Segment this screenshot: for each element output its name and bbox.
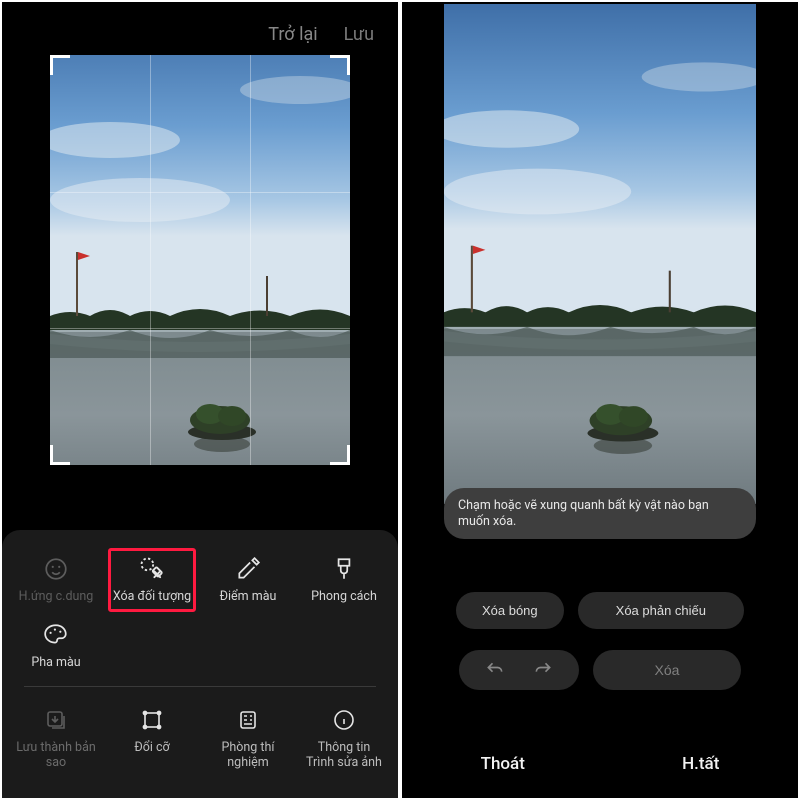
tool-label: Pha màu (31, 656, 80, 670)
undo-redo-row: Xóa (402, 650, 798, 690)
tool-erase-object[interactable]: Xóa đối tượng (104, 548, 200, 614)
divider (24, 686, 376, 687)
photo-canvas[interactable] (50, 55, 350, 465)
tool-label: Đổi cỡ (134, 741, 169, 755)
info-icon (329, 705, 359, 735)
crop-handle-bl[interactable] (50, 445, 70, 465)
crop-handle-br[interactable] (330, 445, 350, 465)
eyedropper-icon (233, 554, 263, 584)
exit-button[interactable]: Thoát (441, 754, 565, 774)
done-button[interactable]: H.tất (642, 754, 759, 774)
labs-icon (233, 705, 263, 735)
tool-color-point[interactable]: Điểm màu (200, 548, 296, 614)
tool-label: Phòng thí nghiệm (207, 741, 289, 770)
tool-info[interactable]: Thông tin Trình sửa ảnh (296, 699, 392, 780)
tutorial-highlight (108, 548, 196, 612)
photo-image (50, 55, 350, 465)
tool-labs[interactable]: Phòng thí nghiệm (200, 699, 296, 780)
crop-handle-tr[interactable] (330, 55, 350, 75)
delete-button[interactable]: Xóa (593, 650, 742, 690)
erase-options: Xóa bóng Xóa phản chiếu (402, 592, 798, 629)
photo-canvas[interactable] (444, 4, 756, 504)
back-button[interactable]: Trở lại (268, 24, 317, 45)
screen-erase-object: Chạm hoặc vẽ xung quanh bất kỳ vật nào b… (402, 2, 798, 798)
tool-row-2: Lưu thành bản sao Đổi cỡ Phòng thí nghiệ… (6, 699, 394, 780)
tool-label: H.ứng c.dung (19, 590, 94, 604)
grid-line (250, 55, 251, 465)
crop-handle-tl[interactable] (50, 55, 70, 75)
tool-label: Điểm màu (220, 590, 277, 604)
erase-reflection-button[interactable]: Xóa phản chiếu (578, 592, 744, 629)
erase-shadow-button[interactable]: Xóa bóng (456, 592, 564, 629)
undo-button[interactable] (485, 660, 505, 680)
tool-panel: H.ứng c.dung Xóa đối tượng Điểm màu Ph (2, 530, 398, 799)
screen-tools: Trở lại Lưu H.ứng c.dung Xóa (2, 2, 398, 798)
editor-header: Trở lại Lưu (2, 2, 398, 55)
undo-redo-group (459, 650, 579, 690)
grid-line (50, 328, 350, 329)
resize-icon (137, 705, 167, 735)
tool-label: Lưu thành bản sao (15, 741, 97, 770)
tool-portrait-effect[interactable]: H.ứng c.dung (8, 548, 104, 614)
save-copy-icon (41, 705, 71, 735)
tool-resize[interactable]: Đổi cỡ (104, 699, 200, 780)
hint-tooltip: Chạm hoặc vẽ xung quanh bất kỳ vật nào b… (444, 488, 756, 539)
face-icon (41, 554, 71, 584)
palette-icon (41, 620, 71, 650)
save-button[interactable]: Lưu (344, 24, 374, 45)
tool-save-copy[interactable]: Lưu thành bản sao (8, 699, 104, 780)
brush-icon (329, 554, 359, 584)
photo-image (444, 4, 756, 504)
tool-label: Phong cách (311, 590, 377, 604)
grid-line (50, 192, 350, 193)
tool-row-1: H.ứng c.dung Xóa đối tượng Điểm màu Ph (6, 548, 394, 681)
tool-style[interactable]: Phong cách (296, 548, 392, 614)
tool-color-mix[interactable]: Pha màu (8, 614, 104, 680)
redo-button[interactable] (533, 660, 553, 680)
tool-label: Thông tin Trình sửa ảnh (303, 741, 385, 770)
footer-actions: Thoát H.tất (402, 754, 798, 774)
grid-line (150, 55, 151, 465)
